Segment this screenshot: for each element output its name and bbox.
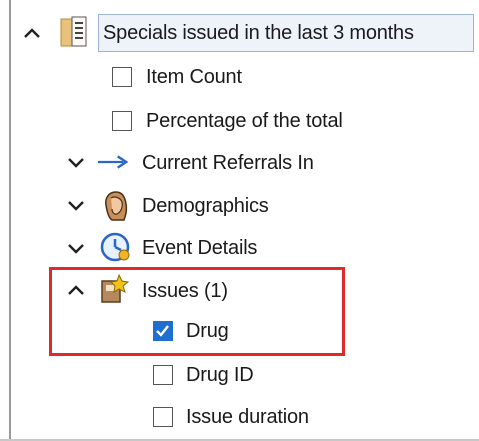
event-details-label[interactable]: Event Details — [142, 237, 257, 260]
drug-id-checkbox[interactable] — [153, 365, 173, 385]
highlight-box — [49, 267, 345, 356]
chevron-down-icon[interactable] — [64, 150, 88, 174]
chevron-down-icon[interactable] — [64, 193, 88, 217]
percentage-of-total-label: Percentage of the total — [146, 110, 343, 132]
drug-id-label: Drug ID — [186, 364, 254, 386]
item-count-checkbox[interactable] — [112, 67, 132, 87]
clock-event-icon — [99, 231, 131, 263]
person-head-icon — [100, 190, 132, 222]
issue-duration-label: Issue duration — [186, 406, 309, 428]
tree-root-label: Specials issued in the last 3 months — [103, 22, 414, 44]
issue-duration-checkbox[interactable] — [153, 407, 173, 427]
tree-guide-line — [9, 0, 11, 441]
demographics-label[interactable]: Demographics — [142, 195, 269, 218]
chevron-up-icon[interactable] — [20, 21, 44, 45]
report-icon — [58, 16, 90, 48]
percentage-of-total-checkbox[interactable] — [112, 111, 132, 131]
current-referrals-label[interactable]: Current Referrals In — [142, 152, 314, 175]
item-count-label: Item Count — [146, 66, 242, 88]
arrow-right-icon — [97, 146, 129, 178]
chevron-down-icon[interactable] — [64, 236, 88, 260]
